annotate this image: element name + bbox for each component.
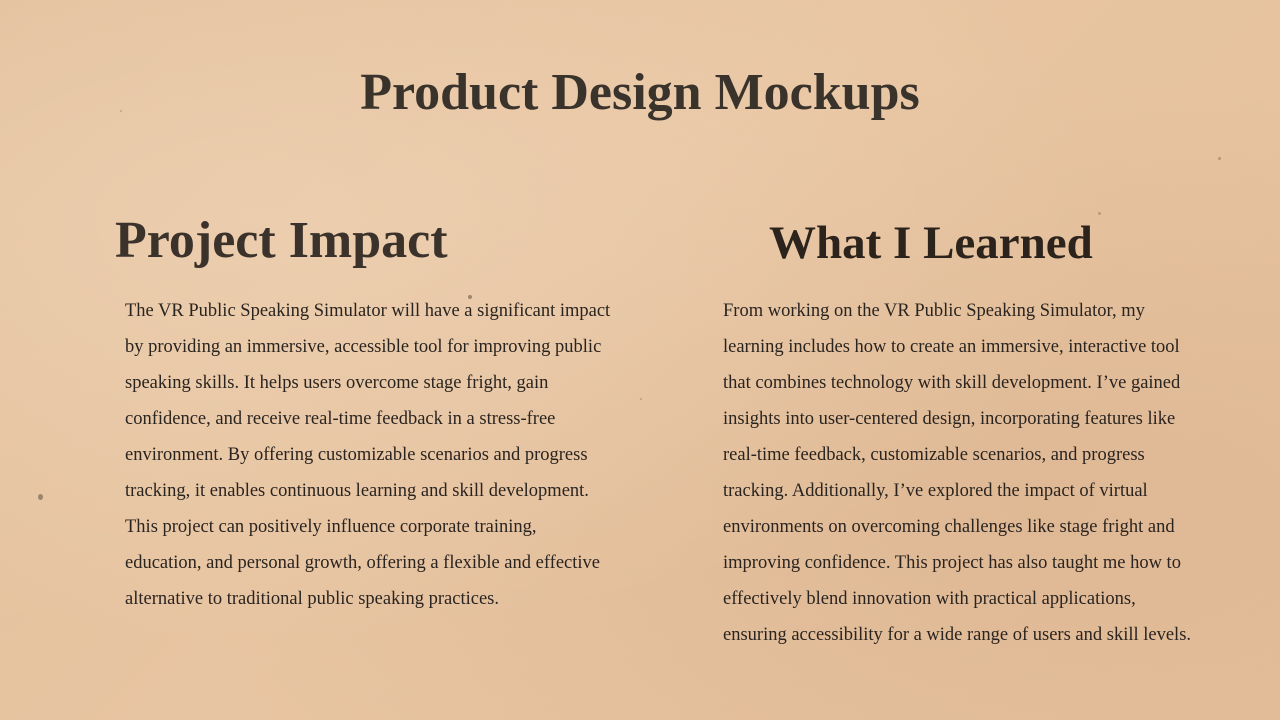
slide-title-text: Product Design Mockups <box>360 64 920 121</box>
paragraph-line: tracking. Additionally, I’ve explored th… <box>723 481 1148 501</box>
paragraph-line: that combines technology with skill deve… <box>723 373 1181 393</box>
paragraph-line: This project can positively influence co… <box>125 517 537 537</box>
paragraph-line: confidence, and receive real-time feedba… <box>125 409 556 429</box>
paragraph-line: The VR Public Speaking Simulator will ha… <box>125 301 611 321</box>
paragraph-line: effectively blend innovation with practi… <box>723 589 1136 609</box>
speck <box>1098 212 1101 215</box>
paragraph-line: education, and personal growth, offering… <box>125 553 600 573</box>
project-impact-paragraph: The VR Public Speaking Simulator will ha… <box>125 293 665 617</box>
paragraph-line: speaking skills. It helps users overcome… <box>125 373 549 393</box>
paragraph-line: alternative to traditional public speaki… <box>125 589 499 609</box>
paragraph-line: tracking, it enables continuous learning… <box>125 481 589 501</box>
slide-title: Product Design Mockups <box>0 64 1280 121</box>
paragraph-line: improving confidence. This project has a… <box>723 553 1181 573</box>
paragraph-line: insights into user-centered design, inco… <box>723 409 1176 429</box>
what-i-learned-paragraph: From working on the VR Public Speaking S… <box>723 293 1243 653</box>
paragraph-line: ensuring accessibility for a wide range … <box>723 625 1192 645</box>
paragraph-line: learning includes how to create an immer… <box>723 337 1180 357</box>
project-impact-heading: Project Impact <box>115 212 448 269</box>
paragraph-line: environments on overcoming challenges li… <box>723 517 1175 537</box>
paragraph-line: real-time feedback, customizable scenari… <box>723 445 1145 465</box>
paragraph-line: From working on the VR Public Speaking S… <box>723 301 1145 321</box>
speck <box>38 494 43 500</box>
speck <box>1218 157 1221 160</box>
paragraph-line: environment. By offering customizable sc… <box>125 445 588 465</box>
what-i-learned-heading: What I Learned <box>769 217 1093 269</box>
paragraph-line: by providing an immersive, accessible to… <box>125 337 602 357</box>
